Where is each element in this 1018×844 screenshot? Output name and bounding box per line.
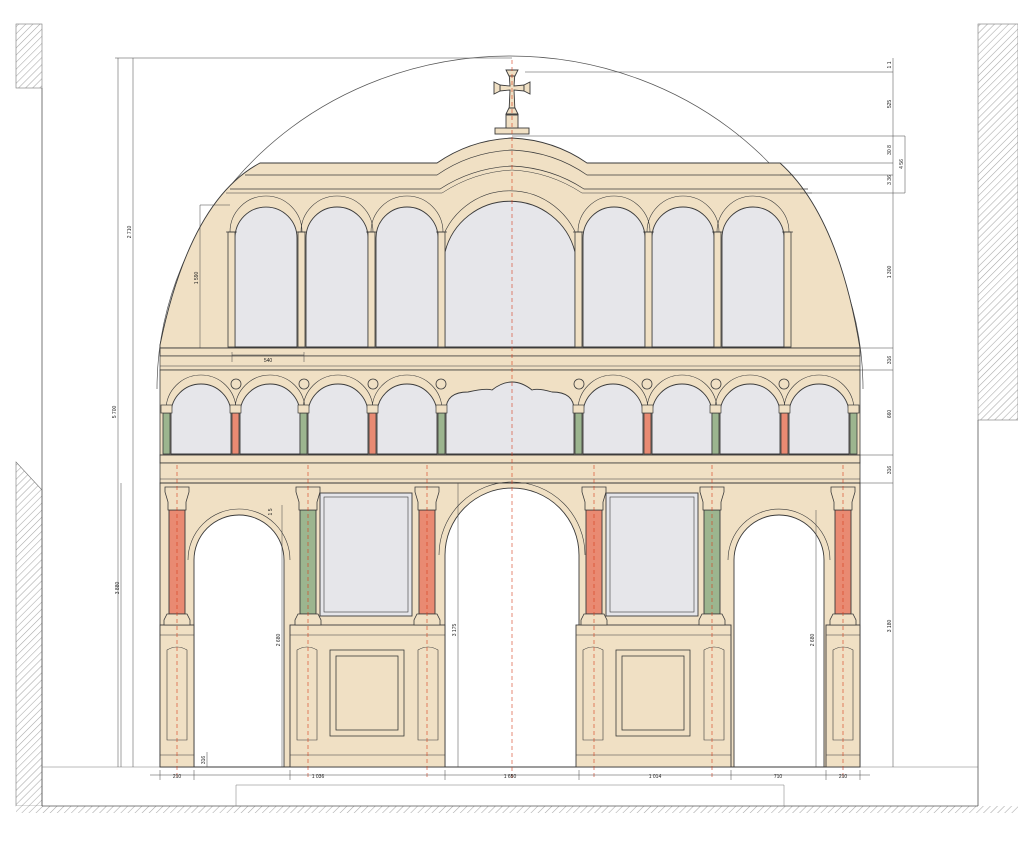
dim-bottom-label: 210 <box>839 774 848 780</box>
upper-tier <box>159 137 861 349</box>
upper-arch-openings <box>234 200 785 348</box>
dim-right-label: 4 56 <box>899 159 905 169</box>
dim-inner-label: 1 5 <box>268 508 274 515</box>
dim-left-label: 2 680 <box>810 634 816 647</box>
wall-lower-left <box>15 461 43 807</box>
dim-left-label: 5 700 <box>112 406 118 419</box>
dim-right-label: 30 8 <box>887 145 893 155</box>
dim-bottom-label: 710 <box>774 774 783 780</box>
dim-bottom-label: 1 036 <box>312 774 325 780</box>
dim-right-label: 3 36 <box>887 175 893 185</box>
dim-right-label: 660 <box>887 410 893 419</box>
middle-arch-openings <box>170 381 850 455</box>
dim-left-label: 1 590 <box>194 272 200 285</box>
pedestals <box>159 624 861 768</box>
dim-right-label: 1 300 <box>887 266 893 279</box>
floor-slab <box>16 806 1018 813</box>
dim-bottom-label: 1 014 <box>649 774 662 780</box>
dim-bottom-label: 210 <box>173 774 182 780</box>
lower-tier-wall <box>159 482 861 768</box>
dim-right-label: 316 <box>887 466 893 475</box>
dim-right-label: 1 1 <box>887 61 893 68</box>
iconostasis-elevation-drawing: 210 1 036 1 650 1 014 710 210 1 1 525 30… <box>15 23 1018 813</box>
wall-right <box>977 23 1018 421</box>
lower-entablature <box>159 454 861 484</box>
dim-left-label: 3 880 <box>115 582 121 595</box>
wall-top-left <box>15 23 43 89</box>
dimension-labels-right: 1 1 525 30 8 4 56 3 36 1 300 316 660 316… <box>887 61 905 632</box>
dim-right-label: 316 <box>887 356 893 365</box>
dim-right-label: 525 <box>887 100 893 109</box>
dim-left-label: 2 680 <box>276 634 282 647</box>
dim-left-label: 3 175 <box>452 624 458 637</box>
lower-tier <box>159 481 861 768</box>
icon-panels <box>319 492 699 617</box>
dim-inner-label: 540 <box>264 358 273 364</box>
column-bases <box>163 613 857 626</box>
middle-tier <box>159 369 861 456</box>
dim-right-label: 3 180 <box>887 620 893 633</box>
dim-bottom-label: 1 650 <box>504 774 517 780</box>
dim-left-label: 316 <box>201 756 207 765</box>
dim-left-label: 2 710 <box>127 226 133 239</box>
